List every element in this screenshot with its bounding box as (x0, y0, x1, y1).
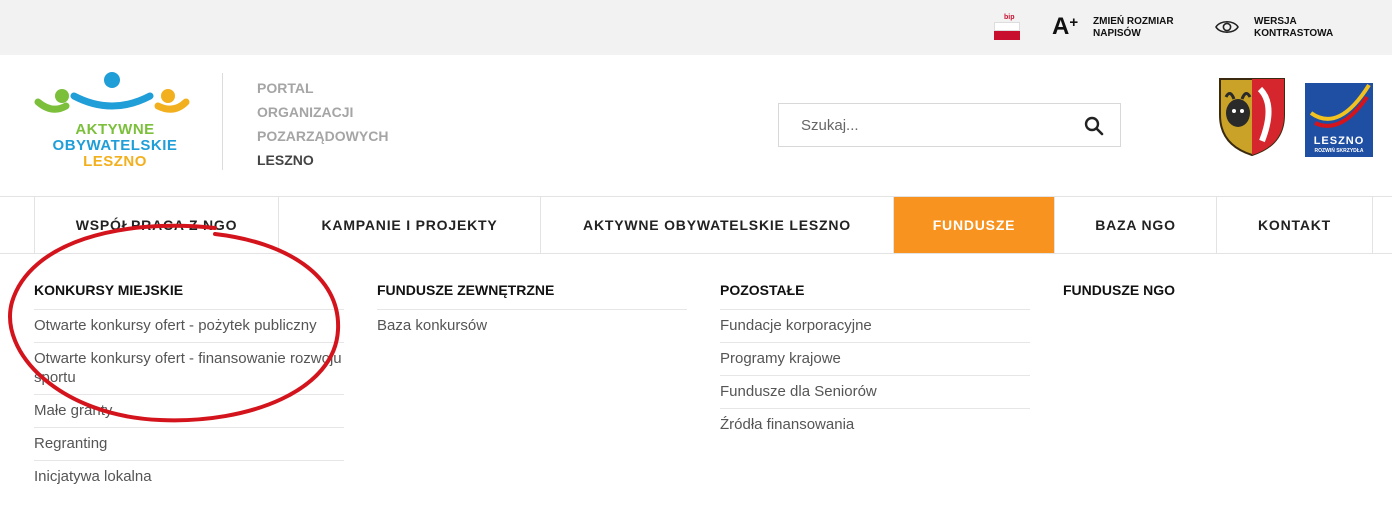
logo-wordmark: AKTYWNE OBYWATELSKIE LESZNO (30, 122, 200, 170)
contrast-label-line2: KONTRASTOWA (1254, 28, 1334, 39)
logo-line-2: OBYWATELSKIE (52, 137, 178, 154)
leszno-logo-name: LESZNO (1313, 135, 1365, 147)
menu-column-title: POZOSTAŁE (720, 272, 1030, 310)
menu-item[interactable]: Programy krajowe (720, 343, 1030, 376)
logo-line-1: AKTYWNE (75, 121, 155, 138)
bip-flag-white (994, 22, 1020, 31)
font-size-icon[interactable]: A+ (1052, 14, 1078, 40)
menu-column-title: FUNDUSZE NGO (1063, 282, 1175, 298)
portal-title: PORTAL ORGANIZACJI POZARZĄDOWYCH LESZNO (257, 76, 388, 172)
nav-item-baza-ngo[interactable]: BAZA NGO (1055, 197, 1217, 253)
menu-column-title: FUNDUSZE ZEWNĘTRZNE (377, 272, 687, 310)
top-utility-bar: bip A+ ZMIEŃ ROZMIAR NAPISÓW WERSJA KONT… (0, 0, 1392, 55)
nav-item-aktywne-obywatelskie-leszno[interactable]: AKTYWNE OBYWATELSKIE LESZNO (541, 197, 894, 253)
bip-flag-red (994, 31, 1020, 40)
logo-line-3: LESZNO (83, 153, 147, 170)
nav-item-fundusze[interactable]: FUNDUSZE (894, 197, 1055, 253)
font-size-button[interactable]: ZMIEŃ ROZMIAR NAPISÓW (1093, 16, 1174, 40)
leszno-city-logo[interactable]: LESZNO ROZWIŃ SKRZYDŁA (1305, 83, 1373, 157)
portal-line-2: ORGANIZACJI (257, 104, 354, 120)
menu-item[interactable]: Małe granty (34, 395, 344, 428)
portal-line-4: LESZNO (257, 152, 314, 168)
contrast-label-line1: WERSJA (1254, 16, 1297, 27)
menu-item[interactable]: Fundacje korporacyjne (720, 310, 1030, 343)
bip-link[interactable]: bip (994, 14, 1020, 40)
menu-column-title: KONKURSY MIEJSKIE (34, 272, 344, 310)
search-box (778, 103, 1121, 147)
search-icon[interactable] (1084, 116, 1104, 136)
site-logo[interactable]: AKTYWNE OBYWATELSKIE LESZNO (30, 70, 200, 180)
menu-item[interactable]: Fundusze dla Seniorów (720, 376, 1030, 409)
menu-column-fundusze-zewnetrzne: FUNDUSZE ZEWNĘTRZNE Baza konkursów (377, 272, 687, 342)
nav-item-kontakt[interactable]: KONTAKT (1217, 197, 1373, 253)
search-input[interactable] (801, 104, 1071, 146)
logo-figures-icon (34, 72, 190, 113)
contrast-version-button[interactable]: WERSJA KONTRASTOWA (1254, 16, 1333, 40)
portal-line-1: PORTAL (257, 80, 314, 96)
menu-item[interactable]: Otwarte konkursy ofert - finansowanie ro… (34, 343, 344, 395)
menu-column-fundusze-ngo: FUNDUSZE NGO (1063, 272, 1373, 310)
leszno-logo-tagline: ROZWIŃ SKRZYDŁA (1314, 148, 1364, 154)
menu-item[interactable]: Źródła finansowania (720, 409, 1030, 441)
menu-item[interactable]: Otwarte konkursy ofert - pożytek publicz… (34, 310, 344, 343)
menu-item[interactable]: Regranting (34, 428, 344, 461)
nav-item-wspolpraca-z-ngo[interactable]: WSPÓŁPRACA Z NGO (35, 197, 279, 253)
font-size-label-line1: ZMIEŃ ROZMIAR (1093, 16, 1174, 27)
city-coat-of-arms-icon[interactable] (1216, 75, 1288, 157)
menu-column-konkursy-miejskie: KONKURSY MIEJSKIE Otwarte konkursy ofert… (34, 272, 344, 493)
portal-line-3: POZARZĄDOWYCH (257, 128, 389, 144)
nav-item-kampanie-i-projekty[interactable]: KAMPANIE I PROJEKTY (279, 197, 541, 253)
font-size-label-line2: NAPISÓW (1093, 28, 1141, 39)
menu-item[interactable]: Baza konkursów (377, 310, 687, 342)
font-size-plus: + (1069, 14, 1079, 31)
main-navigation: WSPÓŁPRACA Z NGO KAMPANIE I PROJEKTY AKT… (0, 196, 1392, 254)
menu-column-pozostale: POZOSTAŁE Fundacje korporacyjne Programy… (720, 272, 1030, 441)
eye-icon[interactable] (1215, 19, 1239, 35)
menu-item[interactable]: Inicjatywa lokalna (34, 461, 344, 493)
bip-label: bip (1004, 14, 1015, 21)
font-size-symbol: A (1052, 13, 1070, 40)
header-divider (222, 73, 223, 170)
